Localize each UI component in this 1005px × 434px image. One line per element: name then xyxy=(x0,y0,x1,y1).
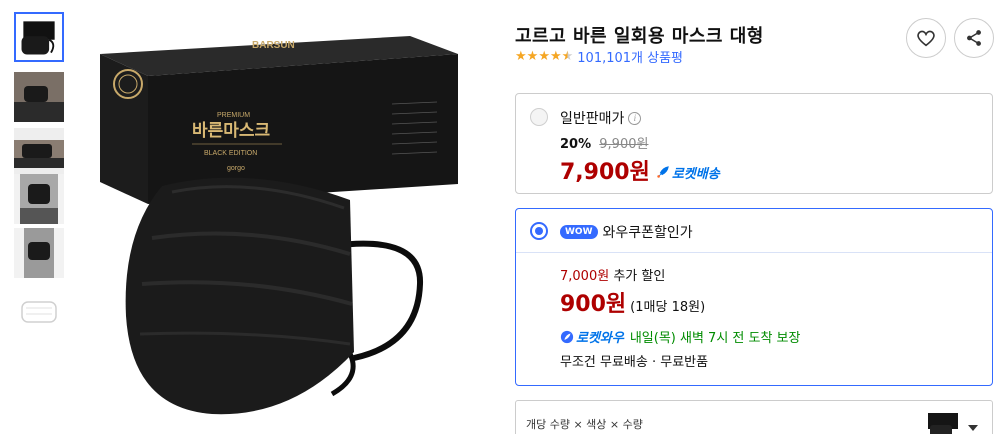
box-logo-text: gorgo xyxy=(227,165,245,172)
rocket-icon xyxy=(657,166,669,178)
option-general-price[interactable]: 일반판매가 i 20% 9,900원 7,900원 로켓배송 xyxy=(515,93,993,194)
general-label: 일반판매가 xyxy=(560,111,625,127)
heart-icon xyxy=(917,30,935,47)
general-label-row: 일반판매가 i xyxy=(560,108,642,128)
star-icon: ★ xyxy=(526,49,539,64)
wow-label-row: WOW 와우쿠폰할인가 xyxy=(560,222,693,242)
wishlist-button[interactable] xyxy=(906,18,946,58)
thumbnail-model-2[interactable] xyxy=(14,128,64,178)
general-price-row: 7,900원 로켓배송 xyxy=(560,154,720,186)
rocket-wow-badge: 로켓와우 xyxy=(560,327,624,346)
rocket-delivery-label: 로켓배송 xyxy=(671,166,720,182)
box-edition-text: BLACK EDITION xyxy=(204,150,257,157)
rocket-delivery-badge: 로켓배송 xyxy=(656,163,720,182)
box-side-text: BARSUN xyxy=(252,40,295,51)
delivery-row: 로켓와우 내일(목) 새벽 7시 전 도착 보장 xyxy=(560,327,800,346)
general-price: 7,900원 xyxy=(560,160,650,185)
option-selector-label: 개당 수량 × 색상 × 수량 xyxy=(526,418,643,431)
box-premium-text: PREMIUM xyxy=(217,112,250,119)
thumbnail-product-box[interactable] xyxy=(14,12,64,62)
product-title: 고르고 바른 일회용 마스크 대형 xyxy=(515,26,764,47)
original-price: 9,900원 xyxy=(599,137,649,152)
rocket-wow-icon xyxy=(560,330,574,343)
radio-wow[interactable] xyxy=(530,222,548,240)
thumbnail-model-3[interactable] xyxy=(14,174,64,224)
star-icon: ★ xyxy=(515,49,527,64)
wow-divider xyxy=(516,252,992,253)
free-shipping-text: 무조건 무료배송 · 무료반품 xyxy=(560,355,709,370)
star-icon: ★ xyxy=(549,49,562,64)
thumbnail-mask-outline[interactable] xyxy=(14,288,64,338)
wow-badge: WOW xyxy=(560,225,598,239)
extra-discount-label: 추가 할인 xyxy=(613,269,666,284)
rocket-wow-label: 로켓와우 xyxy=(576,331,624,346)
rating-row: ★ ★ ★ ★ ★ 101,101개 상품평 xyxy=(515,47,683,66)
share-button[interactable] xyxy=(954,18,994,58)
star-icon: ★ xyxy=(538,49,550,64)
per-unit-price: (1매당 18원) xyxy=(630,300,706,315)
extra-discount-row: 7,000원 추가 할인 xyxy=(560,265,665,284)
option-wow-coupon[interactable]: WOW 와우쿠폰할인가 7,000원 추가 할인 900원 (1매당 18원) … xyxy=(515,208,993,386)
delivery-promise: 내일(목) 새벽 7시 전 도착 보장 xyxy=(629,331,801,346)
wow-price-row: 900원 (1매당 18원) xyxy=(560,286,705,318)
discount-percent: 20% xyxy=(560,137,592,152)
chevron-down-icon xyxy=(968,425,978,431)
rating-stars: ★ ★ ★ ★ ★ xyxy=(515,50,573,63)
extra-discount-amount: 7,000원 xyxy=(560,269,610,284)
general-discount-row: 20% 9,900원 xyxy=(560,133,648,152)
radio-general[interactable] xyxy=(530,108,548,126)
info-icon[interactable]: i xyxy=(628,111,642,125)
wow-label: 와우쿠폰할인가 xyxy=(602,225,693,241)
option-selector-dropdown[interactable]: 개당 수량 × 색상 × 수량 xyxy=(515,400,993,434)
box-brand-text: 바른마스크 xyxy=(192,121,271,141)
option-thumbnail xyxy=(928,413,958,434)
wow-price: 900원 xyxy=(560,292,627,317)
main-product-image: BARSUN PREMIUM 바른마스크 BLACK EDITION gorgo xyxy=(92,14,476,434)
thumbnail-model-1[interactable] xyxy=(14,72,64,122)
share-icon xyxy=(967,30,981,46)
thumbnail-model-4[interactable] xyxy=(14,228,64,278)
review-count-link[interactable]: 101,101개 상품평 xyxy=(577,47,683,66)
star-half-icon: ★ xyxy=(561,49,574,64)
